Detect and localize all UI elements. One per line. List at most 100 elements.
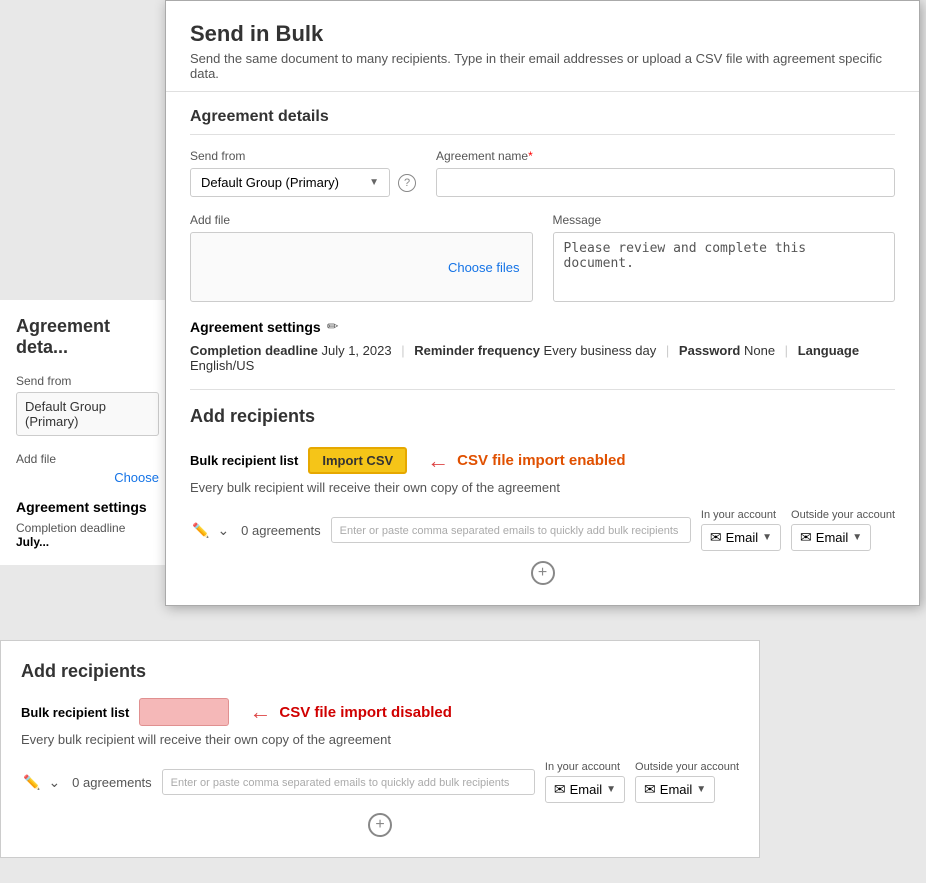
bg-agreement-details-heading: Agreement deta... [16,316,159,358]
sep3: | [785,343,788,358]
chevron-down-icon[interactable]: ⌄ [215,520,231,541]
bottom-in-account-email-icon: ✉ [554,781,566,798]
bottom-plus-circle-icon: + [368,813,392,837]
outside-email-dropdown[interactable]: ✉ Email ▼ [791,524,871,551]
language-label: Language [798,343,859,358]
add-row-button[interactable]: + [190,561,895,585]
bottom-in-account-email-label: Email [570,782,603,797]
modal-subtitle: Send the same document to many recipient… [190,51,895,81]
bottom-add-row-button[interactable]: + [21,813,739,837]
bottom-outside-email-label: Email [660,782,693,797]
bottom-email-input[interactable] [162,769,535,795]
bottom-section: Add recipients Bulk recipient list ← CSV… [0,640,760,858]
bottom-email-col [162,769,535,795]
bottom-add-recipients-heading: Add recipients [21,661,739,682]
bottom-outside-label: Outside your account [635,761,739,773]
message-group: Message Please review and complete this … [553,213,896,302]
bottom-in-your-account-col: In your account ✉ Email ▼ [545,761,625,803]
csv-enabled-text: CSV file import enabled [457,452,625,469]
bottom-recipient-icons: ✏️ ⌄ [21,772,62,793]
bottom-recipient-row: ✏️ ⌄ 0 agreements In your account ✉ Emai… [21,761,739,803]
modal-title: Send in Bulk [190,21,895,47]
import-csv-button[interactable]: Import CSV [308,447,407,474]
plus-circle-icon: + [531,561,555,585]
agreement-settings-title: Agreement settings [190,319,321,335]
bottom-import-csv-disabled [139,698,229,726]
modal-header: Send in Bulk Send the same document to m… [166,1,919,92]
required-marker: * [528,149,533,163]
pen-icon[interactable]: ✏️ [190,520,211,541]
send-from-select[interactable]: Default Group (Primary) [201,175,365,190]
agreement-name-input[interactable] [436,168,895,197]
bg-completion-deadline: Completion deadline [16,521,159,535]
send-from-select-wrapper[interactable]: Default Group (Primary) ▼ [190,168,390,197]
bottom-agreements-count: 0 agreements [72,775,152,790]
recipient-icons: ✏️ ⌄ [190,520,231,541]
language-val: English/US [190,358,254,373]
outside-dropdown-arrow-icon: ▼ [852,532,862,543]
settings-details: Completion deadline July 1, 2023 | Remin… [190,343,895,373]
bg-choose-label: Choose [16,470,159,485]
outside-email-icon: ✉ [800,529,812,546]
bottom-edit-icon[interactable]: ✏️ [21,772,42,793]
help-icon[interactable]: ? [398,174,416,192]
bottom-csv-annotation: ← CSV file import disabled [249,699,452,725]
in-account-email-icon: ✉ [710,529,722,546]
in-account-email-text: Email [726,530,759,545]
bottom-bulk-desc: Every bulk recipient will receive their … [21,732,739,747]
send-from-group: Send from Default Group (Primary) ▼ ? [190,149,416,197]
agreements-count: 0 agreements [241,523,321,538]
message-textarea[interactable]: Please review and complete this document… [553,232,896,302]
send-from-agreement-name-row: Send from Default Group (Primary) ▼ ? Ag… [190,149,895,197]
bottom-in-account-email-dropdown[interactable]: ✉ Email ▼ [545,776,625,803]
bg-deadline-val: July... [16,535,159,549]
outside-account-label: Outside your account [791,509,895,521]
bottom-bulk-list-label: Bulk recipient list [21,705,129,720]
file-upload-area[interactable]: Choose files [190,232,533,302]
agreement-details-heading: Agreement details [190,108,895,135]
bulk-list-row: Bulk recipient list Import CSV ← CSV fil… [190,447,895,474]
agreement-name-label: Agreement name* [436,149,895,163]
modal-body: Agreement details Send from Default Grou… [166,92,919,605]
completion-deadline-val: July 1, 2023 [321,343,391,358]
in-account-email-dropdown[interactable]: ✉ Email ▼ [701,524,781,551]
edit-pencil-icon[interactable]: ✏ [327,318,339,335]
send-from-label: Send from [190,149,416,163]
bottom-outside-dropdown-arrow: ▼ [696,784,706,795]
add-recipients-heading: Add recipients [190,389,895,435]
add-file-group: Add file Choose files [190,213,533,302]
bottom-in-your-account-label: In your account [545,761,620,773]
select-arrow-icon: ▼ [369,177,379,188]
choose-files-button[interactable]: Choose files [448,260,520,275]
bg-add-file-label: Add file [16,452,159,466]
agreement-name-group: Agreement name* [436,149,895,197]
bottom-bulk-row: Bulk recipient list ← CSV file import di… [21,698,739,726]
outside-account-group: Outside your account ✉ Email ▼ [791,509,895,551]
recipient-row: ✏️ ⌄ 0 agreements In your account ✉ Emai… [190,509,895,551]
sep1: | [401,343,404,358]
reminder-freq-label: Reminder frequency [414,343,540,358]
outside-email-text: Email [816,530,849,545]
bg-send-from-value: Default Group (Primary) [16,392,159,436]
bg-send-from-label: Send from [16,374,159,388]
bottom-chevron-icon[interactable]: ⌄ [46,772,62,793]
in-account-dropdown-arrow-icon: ▼ [762,532,772,543]
email-input[interactable] [331,517,691,543]
bottom-csv-disabled-text: CSV file import disabled [279,704,452,721]
bottom-in-account-dropdown-arrow: ▼ [606,784,616,795]
bottom-outside-email-icon: ✉ [644,781,656,798]
password-label: Password [679,343,740,358]
password-val: None [744,343,775,358]
bottom-outside-email-dropdown[interactable]: ✉ Email ▼ [635,776,715,803]
bg-agreement-settings: Agreement settings [16,499,159,515]
email-input-col [331,517,691,543]
csv-arrow-icon: ← [427,448,449,474]
bottom-csv-arrow: ← [249,699,271,725]
add-file-message-row: Add file Choose files Message Please rev… [190,213,895,302]
completion-deadline-label: Completion deadline [190,343,318,358]
add-file-label: Add file [190,213,533,227]
agreement-settings-row: Agreement settings ✏ [190,318,895,335]
bottom-outside-col: Outside your account ✉ Email ▼ [635,761,739,803]
in-your-account-group: In your account ✉ Email ▼ [701,509,781,551]
message-label: Message [553,213,896,227]
